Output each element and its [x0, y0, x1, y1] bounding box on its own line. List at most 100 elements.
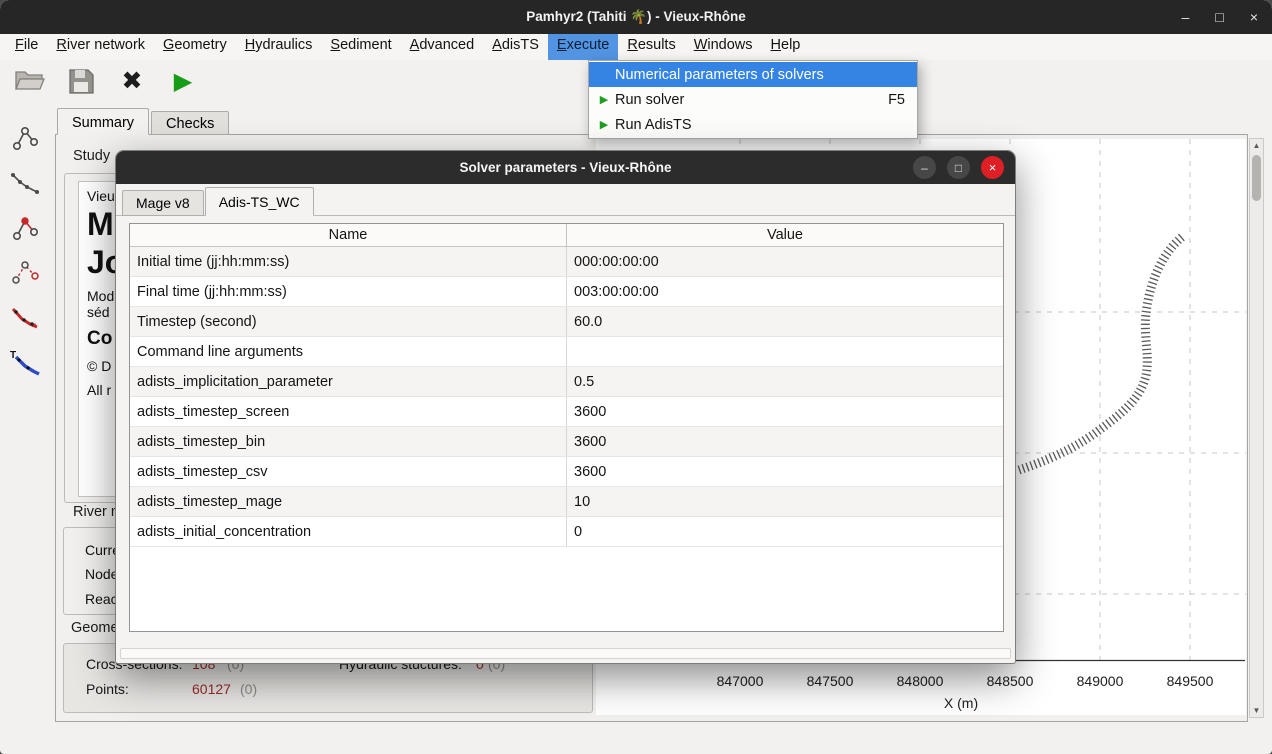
tab-summary[interactable]: Summary: [57, 108, 149, 135]
param-name: adists_timestep_screen: [130, 397, 566, 426]
dialog-maximize-button[interactable]: □: [947, 156, 970, 179]
table-row[interactable]: adists_implicitation_parameter 0.5: [130, 367, 1003, 397]
run-solver-toolbar-button[interactable]: ▶: [165, 62, 201, 100]
table-row[interactable]: Timestep (second) 60.0: [130, 307, 1003, 337]
maximize-icon[interactable]: □: [1215, 10, 1223, 24]
network-graph-icon: [8, 121, 42, 155]
scrollbar-thumb[interactable]: [1252, 155, 1261, 201]
minimize-icon: –: [921, 162, 928, 174]
close-study-button[interactable]: ✖: [114, 62, 150, 100]
table-row[interactable]: adists_initial_concentration 0: [130, 517, 1003, 547]
points-label: Points:: [86, 681, 129, 697]
dialog-minimize-button[interactable]: –: [913, 156, 936, 179]
window-controls: – □ ×: [1182, 0, 1258, 34]
param-name: Timestep (second): [130, 307, 566, 336]
study-body-line1: Mod: [87, 288, 114, 304]
param-value[interactable]: 60.0: [566, 307, 1003, 336]
points-value: 60127: [192, 681, 231, 697]
scroll-down-icon[interactable]: ▼: [1250, 706, 1263, 715]
param-value[interactable]: 3600: [566, 427, 1003, 456]
network-graph-tool[interactable]: [7, 120, 43, 156]
x-tick-848000: 848000: [897, 673, 944, 689]
menu-item-run-solver[interactable]: ▶ Run solver F5: [589, 87, 917, 112]
param-name: adists_initial_concentration: [130, 517, 566, 546]
param-value[interactable]: 3600: [566, 457, 1003, 486]
study-rights-line: All r: [87, 382, 111, 398]
solver-parameters-table: Name Value Initial time (jj:hh:mm:ss) 00…: [129, 223, 1004, 632]
header-name[interactable]: Name: [130, 224, 566, 246]
menu-item-label: Run AdisTS: [615, 117, 692, 133]
profile-tool[interactable]: [7, 165, 43, 201]
menu-hydraulics[interactable]: Hydraulics: [236, 34, 322, 60]
table-row[interactable]: adists_timestep_mage 10: [130, 487, 1003, 517]
dialog-bottom-scrollbar[interactable]: [120, 648, 1011, 659]
profile-icon: [8, 166, 42, 200]
vertical-scrollbar[interactable]: ▲ ▼: [1249, 138, 1264, 718]
blue-profile-tool[interactable]: T: [7, 345, 43, 381]
menu-file[interactable]: File: [6, 34, 47, 60]
menu-item-label: Numerical parameters of solvers: [615, 67, 824, 83]
param-value[interactable]: 000:00:00:00: [566, 247, 1003, 276]
river-network-row-nodes: Node: [85, 566, 118, 582]
menu-river-network[interactable]: River network: [47, 34, 154, 60]
scroll-up-icon[interactable]: ▲: [1250, 141, 1263, 150]
window-title: Pamhyr2 (Tahiti 🌴) - Vieux-Rhône: [526, 9, 746, 25]
blue-profile-icon: T: [8, 346, 42, 380]
study-group-label: Study: [70, 148, 113, 164]
window-titlebar[interactable]: Pamhyr2 (Tahiti 🌴) - Vieux-Rhône – □ ×: [0, 0, 1272, 34]
tab-mage-v8[interactable]: Mage v8: [122, 190, 204, 216]
network-edit-tool[interactable]: [7, 255, 43, 291]
table-row[interactable]: Initial time (jj:hh:mm:ss) 000:00:00:00: [130, 247, 1003, 277]
menu-adists[interactable]: AdisTS: [483, 34, 548, 60]
red-profile-tool[interactable]: [7, 300, 43, 336]
dialog-close-button[interactable]: ×: [981, 156, 1004, 179]
table-row[interactable]: adists_timestep_csv 3600: [130, 457, 1003, 487]
tab-checks[interactable]: Checks: [151, 111, 229, 135]
table-row[interactable]: Final time (jj:hh:mm:ss) 003:00:00:00: [130, 277, 1003, 307]
maximize-icon: □: [955, 162, 962, 174]
study-copyright-line: © D: [87, 358, 111, 374]
param-value[interactable]: 0.5: [566, 367, 1003, 396]
param-value[interactable]: 3600: [566, 397, 1003, 426]
left-toolstrip: T: [4, 120, 46, 381]
table-row[interactable]: Command line arguments: [130, 337, 1003, 367]
menu-item-run-adists[interactable]: ▶ Run AdisTS: [589, 112, 917, 137]
tab-adis-ts-wc[interactable]: Adis-TS_WC: [205, 187, 314, 216]
river-network-row-reaches: Reac: [85, 591, 118, 607]
minimize-icon[interactable]: –: [1182, 10, 1190, 24]
table-header-row: Name Value: [130, 224, 1003, 247]
dialog-titlebar[interactable]: Solver parameters - Vieux-Rhône – □ ×: [116, 151, 1015, 184]
open-study-button[interactable]: [12, 62, 48, 100]
study-heading-line1: M: [87, 206, 114, 243]
save-study-button[interactable]: [63, 62, 99, 100]
network-node-red-icon: [8, 211, 42, 245]
save-icon: [68, 68, 95, 95]
study-body-line2: séd: [87, 304, 110, 320]
x-axis-label: X (m): [944, 695, 978, 711]
table-row[interactable]: adists_timestep_screen 3600: [130, 397, 1003, 427]
menu-help[interactable]: Help: [762, 34, 810, 60]
param-value[interactable]: 0: [566, 517, 1003, 546]
menu-sediment[interactable]: Sediment: [321, 34, 400, 60]
menu-windows[interactable]: Windows: [685, 34, 762, 60]
param-name: Command line arguments: [130, 337, 566, 366]
param-name: adists_timestep_mage: [130, 487, 566, 516]
param-name: Final time (jj:hh:mm:ss): [130, 277, 566, 306]
menu-advanced[interactable]: Advanced: [401, 34, 484, 60]
param-value[interactable]: 003:00:00:00: [566, 277, 1003, 306]
points-extra: (0): [240, 681, 257, 697]
menu-item-numerical-parameters[interactable]: Numerical parameters of solvers: [589, 62, 917, 87]
close-icon[interactable]: ×: [1250, 10, 1258, 24]
geometry-group-label: Geome: [68, 620, 122, 636]
menu-geometry[interactable]: Geometry: [154, 34, 236, 60]
param-value[interactable]: 10: [566, 487, 1003, 516]
header-value[interactable]: Value: [566, 224, 1003, 246]
menu-results[interactable]: Results: [618, 34, 684, 60]
table-row[interactable]: adists_timestep_bin 3600: [130, 427, 1003, 457]
network-node-tool[interactable]: [7, 210, 43, 246]
dialog-title: Solver parameters - Vieux-Rhône: [459, 160, 671, 175]
svg-text:T: T: [10, 350, 16, 361]
menu-execute[interactable]: Execute: [548, 34, 618, 60]
run-icon: ▶: [174, 67, 192, 96]
param-value[interactable]: [566, 337, 1003, 366]
